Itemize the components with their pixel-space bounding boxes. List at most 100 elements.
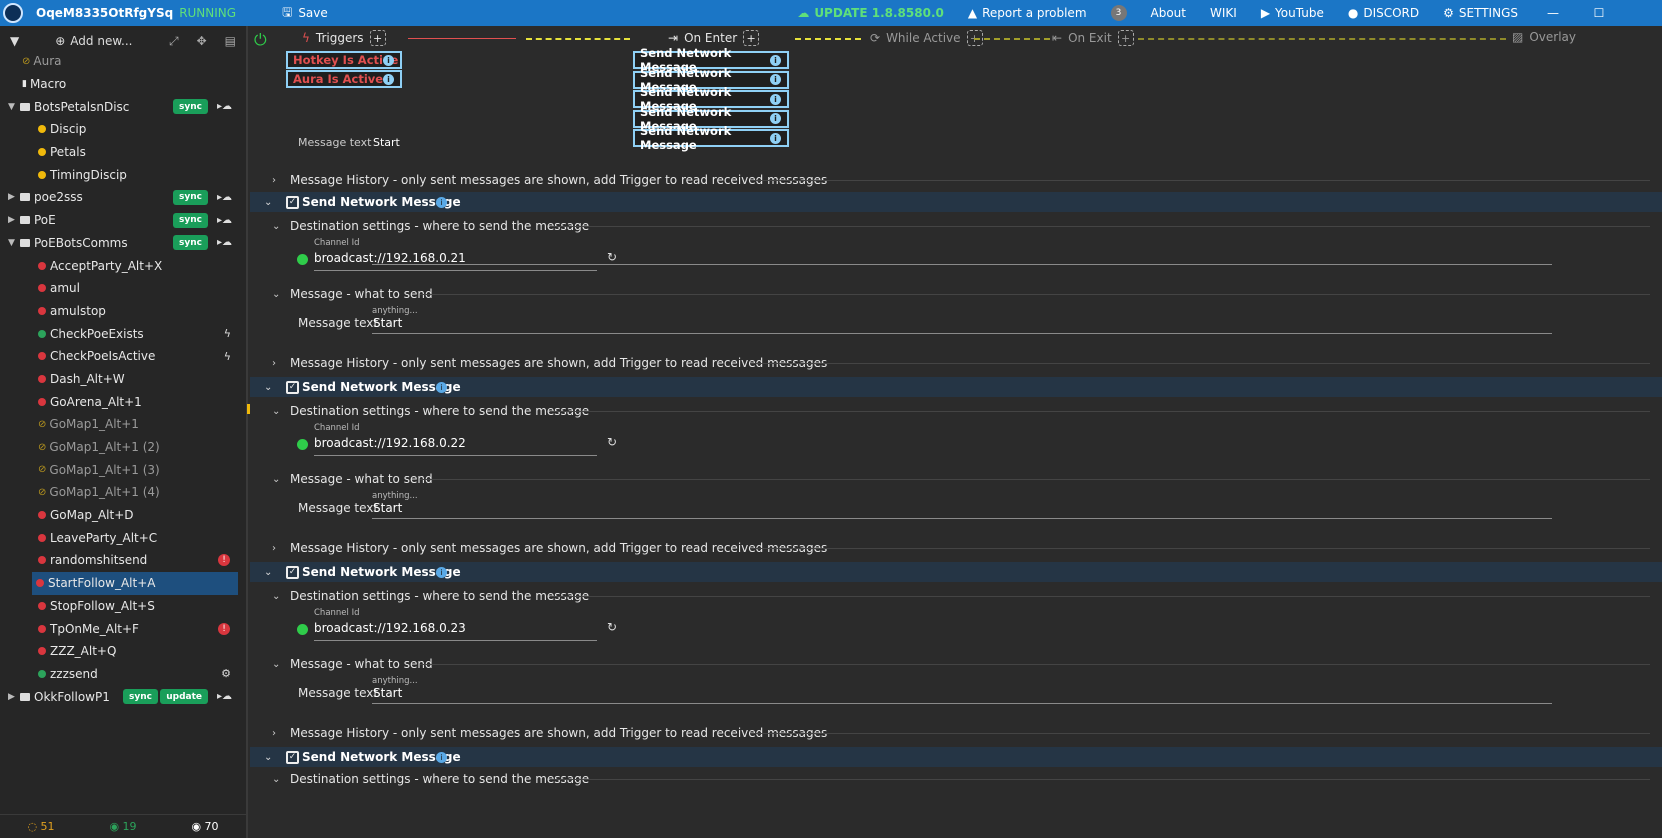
expand-arrow-icon[interactable]: ▼: [8, 102, 15, 112]
enabled-checkbox[interactable]: ✓: [286, 380, 299, 394]
chevron-down-icon[interactable]: ⌄: [264, 382, 272, 393]
sync-badge[interactable]: sync: [173, 99, 208, 115]
save-button[interactable]: 🖫 Save: [282, 3, 328, 24]
wiki-link[interactable]: WIKI: [1198, 6, 1249, 20]
sidebar-item[interactable]: ▶ OkkFollowP1 sync update ▸☁: [0, 685, 246, 708]
on-enter-stage[interactable]: ⇥ On Enter +: [668, 30, 760, 46]
filter-icon[interactable]: ▼: [10, 34, 19, 48]
cloud-sync-icon[interactable]: ▸☁: [217, 691, 232, 702]
sidebar-item[interactable]: ⊘ GoMap1_Alt+1 (4): [0, 481, 246, 504]
notifications-button[interactable]: 3: [1099, 5, 1139, 21]
info-icon[interactable]: i: [770, 54, 781, 66]
action-section-header[interactable]: ⌄ ✓ Send Network Message i: [250, 377, 1662, 397]
collapsible-row[interactable]: ⌄ Destination settings - where to send th…: [250, 585, 1662, 607]
sync-badge[interactable]: sync: [173, 212, 208, 228]
sidebar-item[interactable]: StopFollow_Alt+S: [0, 595, 246, 618]
sidebar-item[interactable]: TpOnMe_Alt+F!: [0, 617, 246, 640]
sidebar-item[interactable]: AcceptParty_Alt+X: [0, 254, 246, 277]
cloud-sync-icon[interactable]: ▸☁: [217, 192, 232, 203]
chevron-down-icon[interactable]: ⌄: [264, 752, 272, 763]
cloud-sync-icon[interactable]: ▸☁: [217, 237, 232, 248]
sidebar-item[interactable]: LeaveParty_Alt+C: [0, 526, 246, 549]
add-new-button[interactable]: ⊕ Add new...: [55, 34, 132, 48]
sidebar-item[interactable]: GoMap_Alt+D: [0, 504, 246, 527]
update-button[interactable]: ☁ UPDATE 1.8.8580.0: [785, 6, 956, 20]
sidebar-item[interactable]: ▼ PoEBotsComms sync ▸☁: [0, 232, 246, 255]
discord-link[interactable]: ● DISCORD: [1336, 6, 1431, 20]
trigger-chip[interactable]: Aura Is Active i: [286, 70, 402, 88]
while-active-stage[interactable]: ⟳ While Active +: [870, 30, 983, 46]
update-badge[interactable]: update: [160, 689, 208, 705]
overlay-stage[interactable]: ▨ Overlay: [1512, 30, 1576, 44]
expand-icon[interactable]: ✥: [197, 34, 207, 49]
sidebar-item[interactable]: ⊘ Aura: [0, 50, 246, 73]
collapsible-row[interactable]: ⌄ Message - what to send: [250, 653, 1662, 675]
refresh-icon[interactable]: ↻: [607, 620, 617, 634]
collapsible-row[interactable]: › Message History - only sent messages ar…: [250, 537, 1662, 559]
collapsible-row[interactable]: ⌄ Message - what to send: [250, 468, 1662, 490]
power-toggle[interactable]: ⏻: [254, 30, 267, 50]
collapsible-row[interactable]: › Message History - only sent messages ar…: [250, 169, 1662, 191]
sync-badge[interactable]: sync: [123, 689, 158, 705]
add-trigger-icon[interactable]: +: [369, 30, 386, 46]
visible-count[interactable]: ◉ 19: [109, 820, 136, 833]
cloud-sync-icon[interactable]: ▸☁: [217, 101, 232, 112]
action-section-header[interactable]: ⌄ ✓ Send Network Message i: [250, 747, 1662, 767]
info-icon[interactable]: i: [383, 54, 394, 66]
sidebar-item[interactable]: ⊘ GoMap1_Alt+1 (3): [0, 458, 246, 481]
message-text-value[interactable]: Start: [373, 686, 402, 700]
sidebar-item[interactable]: ZZZ_Alt+Q: [0, 640, 246, 663]
action-chip[interactable]: Send Network Message i: [633, 124, 789, 152]
close-button[interactable]: [1622, 0, 1662, 26]
add-exit-icon[interactable]: +: [1117, 30, 1134, 46]
enabled-checkbox[interactable]: ✓: [286, 565, 299, 579]
sidebar-item[interactable]: ⊘ GoMap1_Alt+1: [0, 413, 246, 436]
sidebar-item[interactable]: ▼ BotsPetalsnDisc sync ▸☁: [0, 95, 246, 118]
collapsible-row[interactable]: › Message History - only sent messages ar…: [250, 352, 1662, 374]
minimize-button[interactable]: —: [1530, 0, 1576, 26]
cloud-sync-icon[interactable]: ▸☁: [217, 215, 232, 226]
expand-arrow-icon[interactable]: ▶: [8, 692, 15, 702]
info-icon[interactable]: i: [770, 132, 781, 144]
chevron-down-icon[interactable]: ⌄: [264, 197, 272, 208]
total-count[interactable]: ◉ 70: [191, 820, 218, 833]
sidebar-item[interactable]: ▶ poe2sss sync ▸☁: [0, 186, 246, 209]
sidebar-item[interactable]: amulstop: [0, 300, 246, 323]
settings-button[interactable]: ⚙ SETTINGS: [1431, 6, 1530, 20]
refresh-icon[interactable]: ↻: [607, 435, 617, 449]
sidebar-item[interactable]: zzzsend ⚙: [0, 663, 246, 686]
collapsible-row[interactable]: ⌄ Destination settings - where to send th…: [250, 215, 1662, 237]
channel-id-value[interactable]: broadcast://192.168.0.22: [314, 436, 466, 450]
info-icon[interactable]: i: [770, 74, 781, 85]
add-enter-icon[interactable]: +: [743, 30, 760, 46]
enabled-checkbox[interactable]: ✓: [286, 195, 299, 209]
sidebar-item[interactable]: CheckPoeIsActive ϟ: [0, 345, 246, 368]
on-exit-stage[interactable]: ⇤ On Exit +: [1052, 30, 1134, 46]
youtube-link[interactable]: ▶ YouTube: [1249, 6, 1336, 20]
collapsible-row[interactable]: ⌄ Destination settings - where to send th…: [250, 768, 1662, 790]
channel-id-value[interactable]: broadcast://192.168.0.23: [314, 621, 466, 635]
enabled-checkbox[interactable]: ✓: [286, 750, 299, 764]
expand-arrow-icon[interactable]: ▶: [8, 215, 15, 225]
action-section-header[interactable]: ⌄ ✓ Send Network Message i: [250, 192, 1662, 212]
trigger-chip[interactable]: Hotkey Is Active i: [286, 51, 402, 69]
trash-icon[interactable]: ▤: [225, 34, 236, 49]
triggers-stage[interactable]: ϟ Triggers +: [302, 30, 386, 46]
action-section-header[interactable]: ⌄ ✓ Send Network Message i: [250, 562, 1662, 582]
partial-message-value[interactable]: Start: [373, 136, 400, 149]
sidebar-item[interactable]: CheckPoeExists ϟ: [0, 322, 246, 345]
sidebar-item[interactable]: ⊘ GoMap1_Alt+1 (2): [0, 436, 246, 459]
sidebar-item[interactable]: ▶ PoE sync ▸☁: [0, 209, 246, 232]
sidebar-item[interactable]: StartFollow_Alt+A: [32, 571, 238, 595]
sidebar-item[interactable]: Dash_Alt+W: [0, 368, 246, 391]
channel-id-value[interactable]: broadcast://192.168.0.21: [314, 251, 466, 265]
chevron-down-icon[interactable]: ⌄: [264, 567, 272, 578]
sync-badge[interactable]: sync: [173, 189, 208, 205]
collapsible-row[interactable]: › Message History - only sent messages ar…: [250, 722, 1662, 744]
info-icon[interactable]: i: [436, 751, 447, 763]
info-icon[interactable]: i: [770, 93, 781, 105]
sidebar-item[interactable]: amul: [0, 277, 246, 300]
sidebar-item[interactable]: Petals: [0, 141, 246, 164]
sidebar-item[interactable]: TimingDiscip: [0, 163, 246, 186]
report-problem-button[interactable]: ▲ Report a problem: [956, 6, 1099, 20]
